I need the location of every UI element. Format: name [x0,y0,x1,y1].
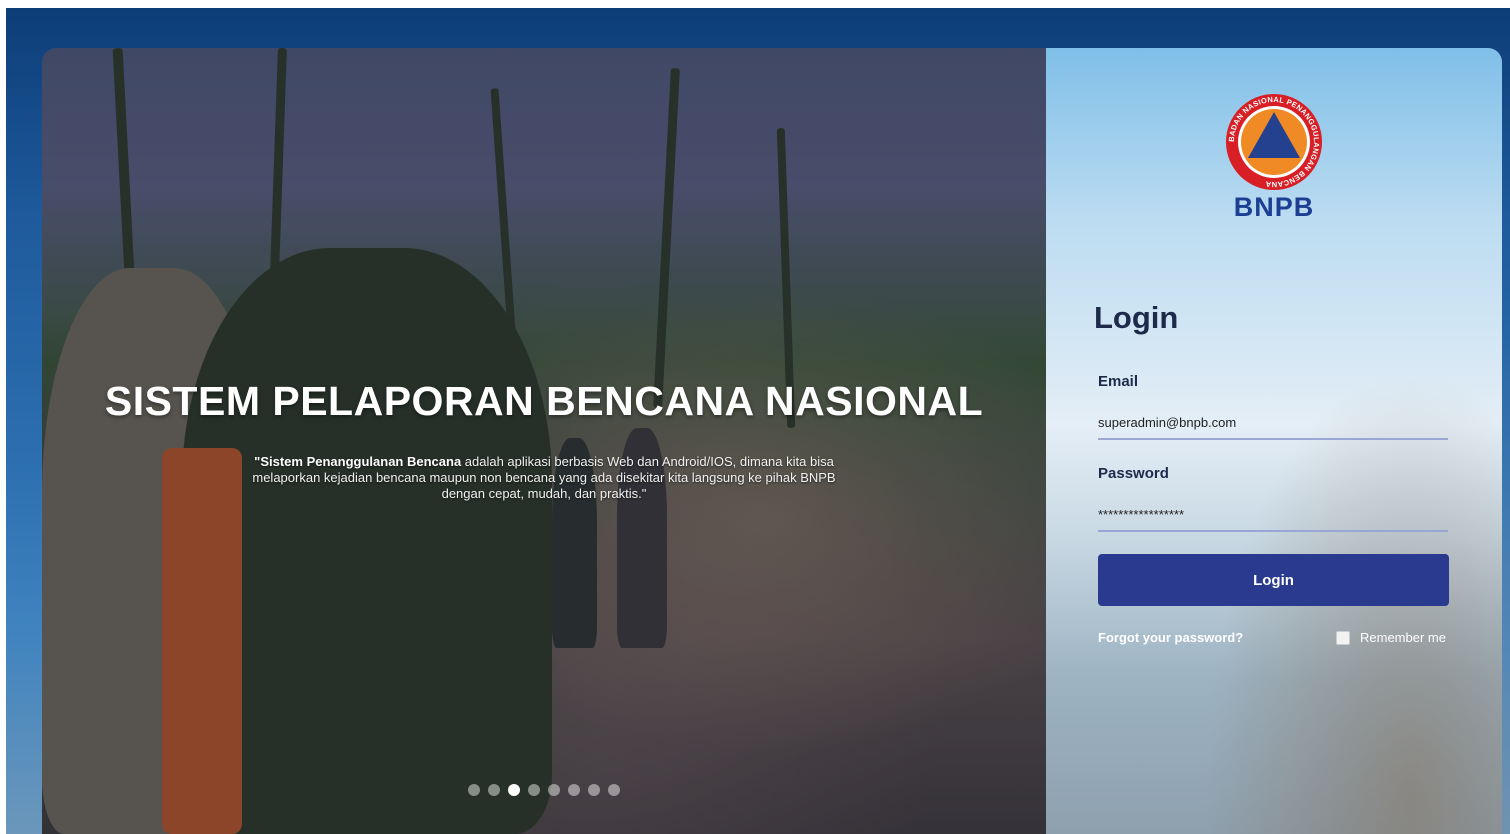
carousel-dot[interactable] [488,784,500,796]
forgot-password-link[interactable]: Forgot your password? [1098,630,1243,645]
carousel-dot[interactable] [588,784,600,796]
hero-description-bold: "Sistem Penanggulanan Bencana [254,454,462,469]
login-button[interactable]: Login [1098,554,1449,606]
carousel-dot[interactable] [528,784,540,796]
password-field[interactable] [1098,498,1448,532]
hero-overlay [42,48,1046,834]
email-field[interactable] [1098,406,1448,440]
carousel-dot[interactable] [468,784,480,796]
login-card: SISTEM PELAPORAN BENCANA NASIONAL "Siste… [42,48,1502,834]
remember-me[interactable]: Remember me [1336,630,1446,645]
remember-me-checkbox[interactable] [1336,630,1350,645]
hero-title: SISTEM PELAPORAN BENCANA NASIONAL [104,378,984,424]
hero-carousel: SISTEM PELAPORAN BENCANA NASIONAL "Siste… [42,48,1046,834]
carousel-indicators [468,784,620,796]
brand-name: BNPB [1233,192,1315,222]
email-label: Email [1098,373,1139,390]
carousel-dot[interactable] [548,784,560,796]
carousel-dot[interactable] [508,784,520,796]
password-label: Password [1098,465,1169,482]
bnpb-logo-icon: BADAN NASIONAL PENANGGULANGAN BENCANA [1226,94,1322,190]
hero-description: "Sistem Penanggulanan Bencana adalah apl… [242,454,846,502]
carousel-dot[interactable] [568,784,580,796]
carousel-dot[interactable] [608,784,620,796]
page-background: SISTEM PELAPORAN BENCANA NASIONAL "Siste… [6,8,1510,834]
remember-me-label: Remember me [1360,630,1446,645]
login-title: Login [1094,300,1179,335]
login-panel: BADAN NASIONAL PENANGGULANGAN BENCANA BN… [1046,48,1502,834]
